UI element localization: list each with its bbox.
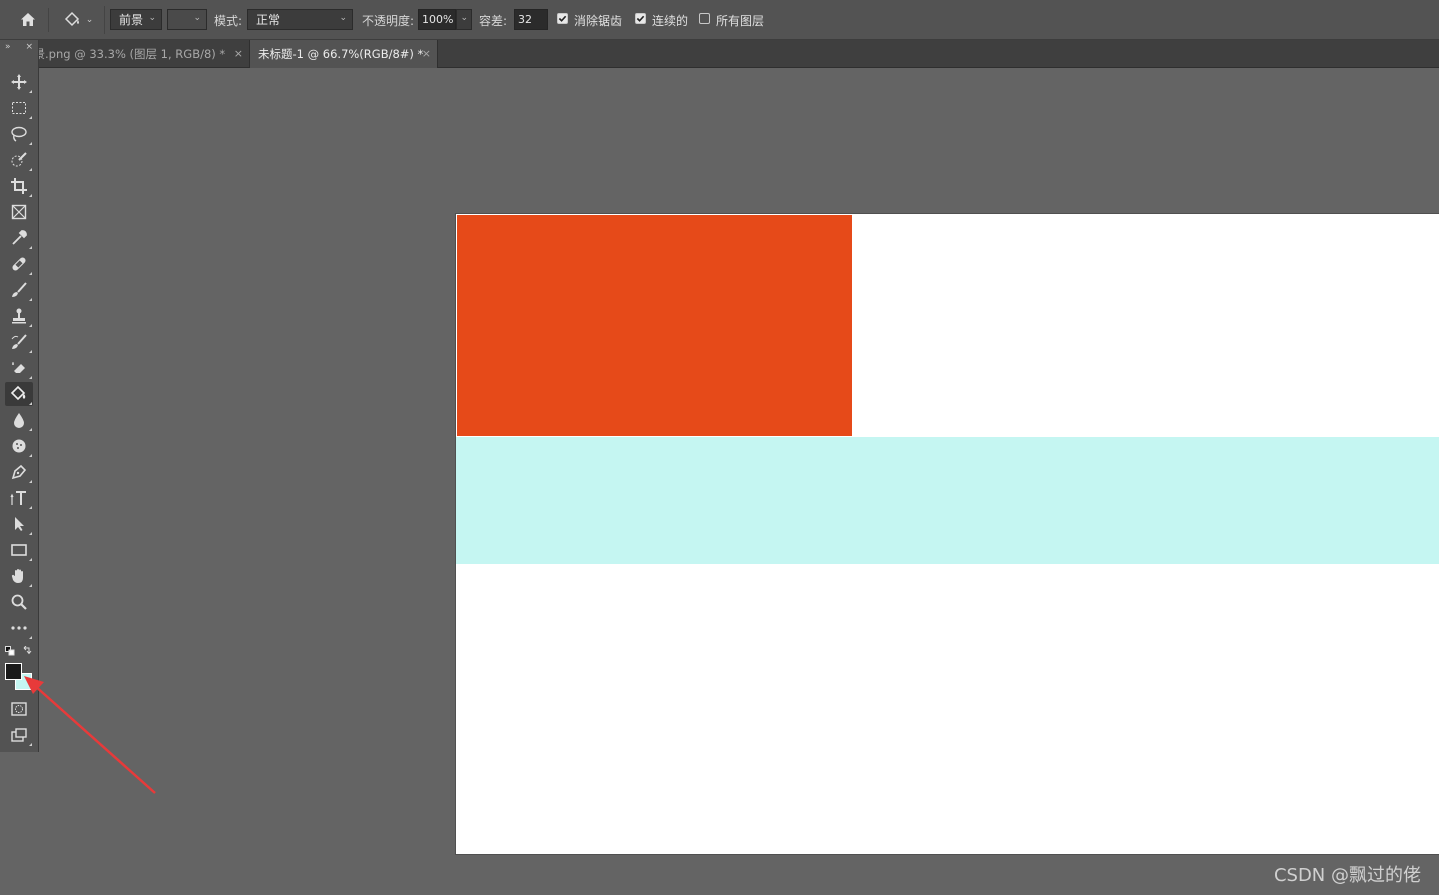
checkmark-icon — [558, 15, 567, 22]
frame-tool[interactable] — [5, 200, 33, 224]
contiguous-checkbox[interactable] — [635, 13, 646, 24]
lasso-icon — [11, 126, 27, 142]
tolerance-label: 容差: — [479, 14, 508, 28]
tool-preset-picker[interactable]: ⌄ — [58, 8, 98, 32]
rectangle-tool[interactable] — [5, 538, 33, 562]
chevron-down-icon: ⌄ — [148, 13, 156, 23]
brush-icon — [12, 282, 27, 297]
type-icon — [10, 491, 26, 505]
sponge-icon — [12, 439, 26, 453]
rectangle-icon — [11, 544, 27, 556]
move-tool[interactable] — [5, 70, 33, 94]
dodge-tool[interactable] — [5, 434, 33, 458]
fill-source-value: 前景 — [119, 13, 144, 27]
history-brush-icon — [11, 334, 27, 349]
quick-selection-icon — [11, 152, 27, 167]
options-bar: ⌄ 前景 ⌄ ⌄ 模式: 正常 ⌄ 不透明度: 100% ⌄ 容差: 32 消除… — [0, 0, 1439, 40]
orange-filled-rectangle — [457, 215, 852, 436]
home-icon — [21, 13, 35, 26]
eyedropper-icon — [12, 230, 27, 245]
pen-icon — [11, 464, 27, 480]
paint-bucket-tool[interactable] — [5, 382, 33, 406]
expand-panel-icon[interactable]: » — [5, 42, 11, 60]
drop-icon — [14, 413, 24, 428]
close-icon[interactable]: × — [234, 47, 243, 60]
healing-brush-tool[interactable] — [5, 252, 33, 276]
hand-icon — [11, 569, 23, 583]
close-icon[interactable]: × — [422, 47, 431, 60]
frame-icon — [11, 204, 27, 220]
crop-icon — [11, 178, 27, 194]
blend-mode-value: 正常 — [256, 13, 281, 27]
tab-label: 背景.png @ 33.3% (图层 1, RGB/8) * — [22, 47, 226, 61]
blend-mode-dropdown[interactable]: 正常 ⌄ — [247, 9, 353, 30]
quick-selection-tool[interactable] — [5, 148, 33, 172]
tab-untitled-1[interactable]: 未标题-1 @ 66.7%(RGB/8#) * × — [250, 40, 438, 68]
cyan-filled-band — [456, 437, 1439, 564]
lasso-tool[interactable] — [5, 122, 33, 146]
chevron-down-icon: ⌄ — [460, 13, 468, 23]
default-colors-icon[interactable] — [5, 646, 15, 656]
eraser-icon — [12, 362, 25, 373]
move-icon — [11, 74, 27, 90]
ellipsis-icon — [11, 626, 27, 630]
eraser-tool[interactable] — [5, 356, 33, 380]
paint-bucket-icon — [64, 11, 79, 27]
screen-mode-icon — [11, 728, 27, 742]
pattern-picker[interactable]: ⌄ — [167, 9, 207, 30]
quick-mask-mode[interactable] — [5, 697, 33, 721]
all-layers-label: 所有图层 — [716, 14, 765, 28]
more-tools[interactable] — [5, 616, 33, 640]
crop-tool[interactable] — [5, 174, 33, 198]
watermark: CSDN @飘过的佬 — [1273, 865, 1421, 886]
magnifier-icon — [11, 594, 27, 610]
chevron-down-icon: ⌄ — [85, 15, 94, 25]
fill-source-dropdown[interactable]: 前景 ⌄ — [110, 9, 162, 30]
tools-panel-header: » × — [0, 40, 38, 62]
opacity-value: 100% — [422, 13, 454, 26]
bandage-icon — [12, 257, 26, 271]
tolerance-input[interactable]: 32 — [514, 9, 548, 30]
pen-tool[interactable] — [5, 460, 33, 484]
tab-label: 未标题-1 @ 66.7%(RGB/8#) * — [258, 47, 424, 61]
chevron-down-icon: ⌄ — [193, 13, 201, 23]
antialias-label: 消除锯齿 — [574, 14, 623, 28]
brush-tool[interactable] — [5, 278, 33, 302]
marquee-icon — [12, 102, 26, 114]
clone-stamp-tool[interactable] — [5, 304, 33, 328]
eyedropper-tool[interactable] — [5, 226, 33, 250]
opacity-label: 不透明度: — [362, 14, 415, 28]
zoom-tool[interactable] — [5, 590, 33, 614]
screen-mode[interactable] — [5, 723, 33, 747]
checkmark-icon — [636, 15, 645, 22]
stamp-icon — [12, 308, 26, 324]
paint-bucket-icon — [10, 385, 26, 401]
swap-colors-icon[interactable] — [22, 646, 32, 656]
document-tab-bar: 背景.png @ 33.3% (图层 1, RGB/8) * × 未标题-1 @… — [0, 40, 1439, 68]
marquee-tool[interactable] — [5, 96, 33, 120]
arrow-pointer-icon — [15, 517, 24, 531]
close-icon[interactable]: × — [25, 42, 33, 60]
chevron-down-icon: ⌄ — [339, 13, 347, 23]
tolerance-value: 32 — [518, 13, 532, 26]
type-tool[interactable] — [5, 486, 33, 510]
opacity-slider-toggle[interactable]: ⌄ — [456, 9, 472, 30]
tools-panel: » × — [0, 40, 39, 752]
blur-tool[interactable] — [5, 408, 33, 432]
contiguous-label: 连续的 — [652, 14, 689, 28]
history-brush-tool[interactable] — [5, 330, 33, 354]
quick-mask-icon — [11, 702, 27, 716]
antialias-checkbox[interactable] — [557, 13, 568, 24]
path-selection-tool[interactable] — [5, 512, 33, 536]
mode-label: 模式: — [214, 14, 243, 28]
document-canvas[interactable] — [456, 214, 1439, 854]
home-button[interactable] — [8, 8, 49, 32]
foreground-color-swatch[interactable] — [5, 663, 22, 680]
opacity-input[interactable]: 100% — [418, 9, 456, 30]
hand-tool[interactable] — [5, 564, 33, 588]
all-layers-checkbox[interactable] — [699, 13, 710, 24]
